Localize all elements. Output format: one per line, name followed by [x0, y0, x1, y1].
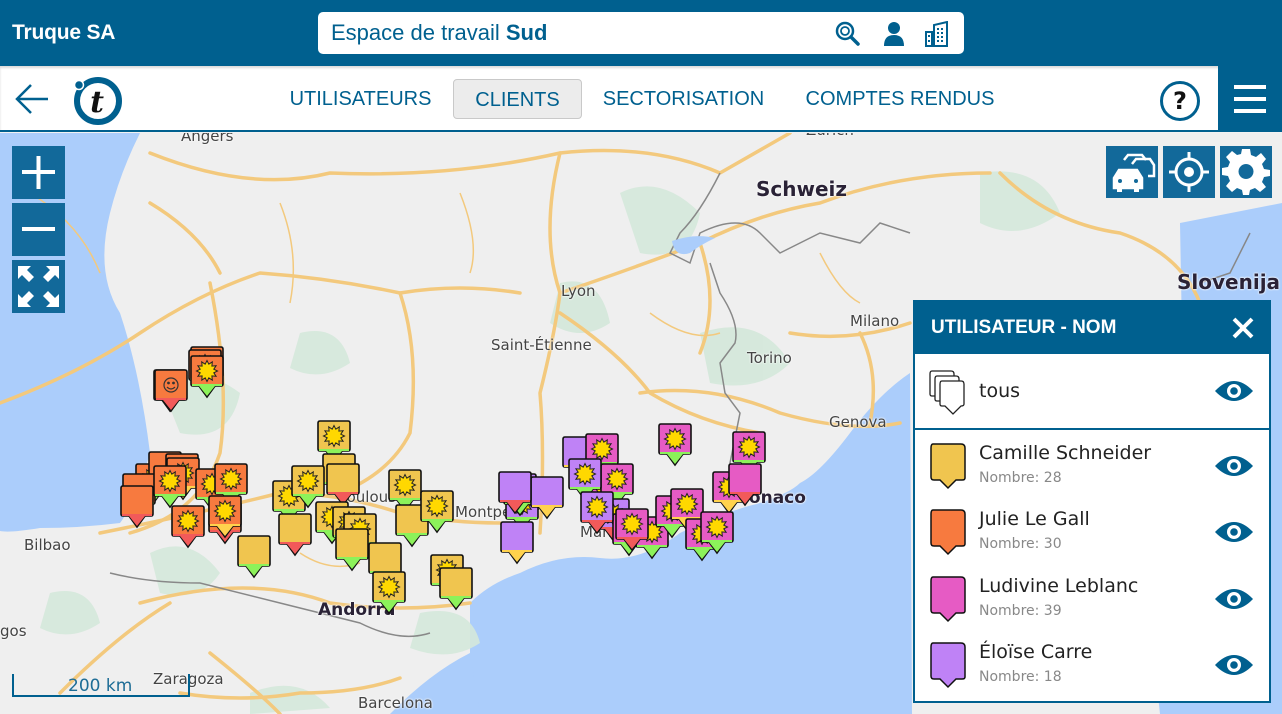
user-marker-icon	[930, 576, 966, 623]
traffic-icon	[1112, 153, 1156, 192]
map-scale: 200 km	[12, 674, 190, 697]
legend-user-name: Camille Schneider	[979, 442, 1152, 464]
client-marker[interactable]	[420, 490, 454, 534]
legend-user-name: Ludivine Leblanc	[979, 575, 1139, 597]
legend-user-count: Nombre: 18	[979, 669, 1062, 685]
map-label-bilbao: Bilbao	[24, 536, 71, 554]
locate-icon	[1169, 152, 1209, 192]
eye-icon[interactable]	[1214, 452, 1254, 480]
svg-text:t: t	[90, 85, 104, 120]
fullscreen-button[interactable]	[12, 260, 65, 313]
scale-label: 200 km	[68, 676, 133, 696]
client-marker[interactable]	[153, 465, 187, 509]
zoom-out-icon	[22, 227, 55, 231]
user-marker-icon	[930, 642, 966, 689]
workspace-selector[interactable]: Espace de travail Sud	[318, 12, 964, 54]
client-marker[interactable]	[171, 505, 205, 549]
client-marker[interactable]	[237, 535, 271, 579]
map-label-genova: Genova	[829, 413, 887, 431]
app-logo: t	[73, 77, 122, 125]
legend-row-user[interactable]: Ludivine Leblanc Nombre: 39	[915, 565, 1269, 631]
company-name: Truque SA	[12, 21, 116, 44]
building-icon[interactable]	[925, 21, 951, 47]
eye-icon[interactable]	[1214, 377, 1254, 405]
client-marker[interactable]	[580, 491, 614, 535]
client-marker[interactable]	[615, 508, 649, 552]
legend-all-label: tous	[979, 380, 1021, 402]
zoom-in-button[interactable]	[12, 146, 65, 199]
legend-row-user[interactable]: Camille Schneider Nombre: 28	[915, 432, 1269, 498]
map-label-torino: Torino	[747, 349, 792, 367]
search-location-icon[interactable]	[835, 21, 861, 47]
client-marker[interactable]	[530, 476, 564, 520]
client-marker[interactable]	[439, 567, 473, 611]
locate-button[interactable]	[1163, 146, 1215, 198]
settings-button[interactable]	[1220, 146, 1272, 198]
client-marker[interactable]	[335, 528, 369, 572]
user-icon[interactable]	[881, 21, 907, 47]
nav-bar: t UTILISATEURS CLIENTS SECTORISATION COM…	[0, 66, 1282, 132]
map-label-barcelona: Barcelona	[358, 694, 433, 712]
eye-icon[interactable]	[1214, 651, 1254, 679]
legend-title: UTILISATEUR - NOM	[931, 317, 1117, 338]
legend-header: UTILISATEUR - NOM	[915, 302, 1269, 354]
tab-utilisateurs[interactable]: UTILISATEURS	[283, 79, 438, 119]
workspace-label: Espace de travail Sud	[331, 20, 548, 45]
map-label-zurich: Zürich	[806, 133, 854, 139]
map-label-lyon: Lyon	[561, 282, 596, 300]
map-view[interactable]: Angers Zürich Schweiz Slovenija Lyon Sai…	[0, 133, 1282, 714]
stacked-markers-icon	[929, 370, 965, 415]
legend-row-user[interactable]: Éloïse Carre Nombre: 18	[915, 631, 1269, 697]
client-marker[interactable]	[700, 511, 734, 555]
legend-user-count: Nombre: 28	[979, 470, 1062, 486]
legend-user-name: Julie Le Gall	[979, 508, 1090, 530]
zoom-in-icon	[22, 156, 55, 189]
traffic-button[interactable]	[1106, 146, 1158, 198]
legend-row-user[interactable]: Julie Le Gall Nombre: 30	[915, 498, 1269, 564]
help-button[interactable]: ?	[1160, 81, 1200, 121]
map-label-schweiz: Schweiz	[756, 177, 848, 201]
client-marker[interactable]	[372, 571, 406, 615]
legend-divider	[915, 428, 1269, 430]
legend-row-all[interactable]: tous	[915, 354, 1269, 428]
client-marker[interactable]	[498, 471, 532, 515]
close-icon[interactable]	[1231, 316, 1255, 340]
map-label-slovenija: Slovenija	[1177, 270, 1281, 294]
map-label-burgos: gos	[0, 622, 27, 640]
legend-user-count: Nombre: 30	[979, 536, 1062, 552]
eye-icon[interactable]	[1214, 518, 1254, 546]
map-label-angers: Angers	[181, 133, 234, 145]
client-marker[interactable]	[120, 485, 154, 529]
client-marker[interactable]	[728, 463, 762, 507]
tab-clients[interactable]: CLIENTS	[453, 79, 582, 119]
user-marker-icon	[930, 509, 966, 556]
tab-sectorisation[interactable]: SECTORISATION	[596, 79, 771, 119]
workspace-name: Sud	[505, 20, 548, 45]
client-marker[interactable]	[208, 495, 242, 539]
legend-user-name: Éloïse Carre	[979, 641, 1093, 663]
client-marker[interactable]	[190, 355, 224, 399]
user-legend-panel: UTILISATEUR - NOM tous Camille Schneider…	[913, 300, 1271, 703]
map-label-milano: Milano	[850, 312, 900, 330]
arrow-left-icon[interactable]	[14, 82, 50, 116]
menu-button[interactable]	[1218, 66, 1282, 132]
map-label-saint-etienne: Saint-Étienne	[491, 336, 592, 354]
zoom-out-button[interactable]	[12, 203, 65, 256]
fullscreen-icon	[18, 266, 59, 307]
client-marker[interactable]	[278, 513, 312, 557]
client-marker[interactable]	[658, 423, 692, 467]
client-marker[interactable]	[154, 369, 188, 413]
eye-icon[interactable]	[1214, 585, 1254, 613]
client-marker[interactable]	[500, 521, 534, 565]
legend-user-count: Nombre: 39	[979, 603, 1062, 619]
user-marker-icon	[930, 443, 966, 490]
top-bar: Truque SA Espace de travail Sud	[0, 0, 1282, 66]
gear-icon	[1222, 149, 1270, 195]
tab-comptes-rendus[interactable]: COMPTES RENDUS	[800, 79, 1000, 119]
